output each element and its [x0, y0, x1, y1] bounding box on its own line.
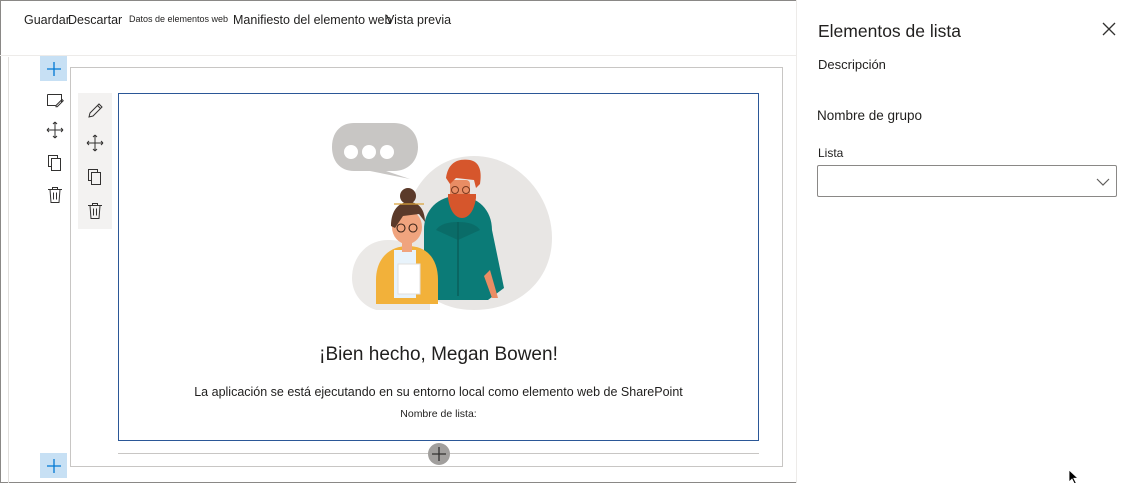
- plus-icon: [46, 458, 61, 473]
- property-pane: Elementos de lista Descripción Nombre de…: [796, 0, 1137, 483]
- webpart-manifest-button[interactable]: Manifiesto del elemento web: [233, 13, 391, 27]
- list-name-label: Nombre de lista:: [400, 408, 477, 420]
- group-name-heading: Nombre de grupo: [817, 108, 923, 123]
- pane-title: Elementos de lista: [818, 21, 961, 41]
- list-field-label: Lista: [818, 146, 844, 160]
- duplicate-webpart-icon[interactable]: [78, 162, 112, 192]
- duplicate-section-icon[interactable]: [40, 152, 70, 174]
- welcome-description: La aplicación se está ejecutando en su e…: [194, 385, 683, 399]
- preview-button[interactable]: Vista previa: [386, 13, 451, 27]
- add-section-bottom-button[interactable]: [40, 453, 67, 478]
- webpart-data-button[interactable]: Datos de elementos web: [129, 14, 228, 24]
- discard-button[interactable]: Descartar: [68, 13, 122, 27]
- list-dropdown[interactable]: [817, 165, 1117, 197]
- move-webpart-icon[interactable]: [78, 128, 112, 158]
- close-icon[interactable]: [1100, 20, 1118, 38]
- plus-icon: [432, 447, 446, 461]
- canvas-left-rule: [8, 57, 9, 483]
- add-webpart-button[interactable]: [428, 443, 450, 465]
- add-section-top-button[interactable]: [40, 56, 67, 81]
- move-section-icon[interactable]: [40, 119, 70, 141]
- chevron-down-icon: [1096, 178, 1110, 186]
- delete-webpart-icon[interactable]: [78, 196, 112, 226]
- save-button[interactable]: Guardar: [24, 13, 70, 27]
- plus-icon: [46, 61, 61, 76]
- edit-webpart-icon[interactable]: [78, 95, 112, 125]
- webpart-toolbar: [78, 93, 112, 229]
- edit-section-icon[interactable]: [40, 89, 70, 111]
- delete-section-icon[interactable]: [40, 184, 70, 206]
- welcome-heading: ¡Bien hecho, Megan Bowen!: [319, 344, 558, 365]
- mouse-cursor-icon: [1068, 469, 1080, 483]
- pane-description: Descripción: [818, 57, 886, 72]
- command-bar: Guardar Descartar Datos de elementos web…: [0, 0, 796, 56]
- welcome-illustration: [332, 123, 552, 310]
- webpart-container[interactable]: ¡Bien hecho, Megan Bowen! La aplicación …: [118, 93, 759, 441]
